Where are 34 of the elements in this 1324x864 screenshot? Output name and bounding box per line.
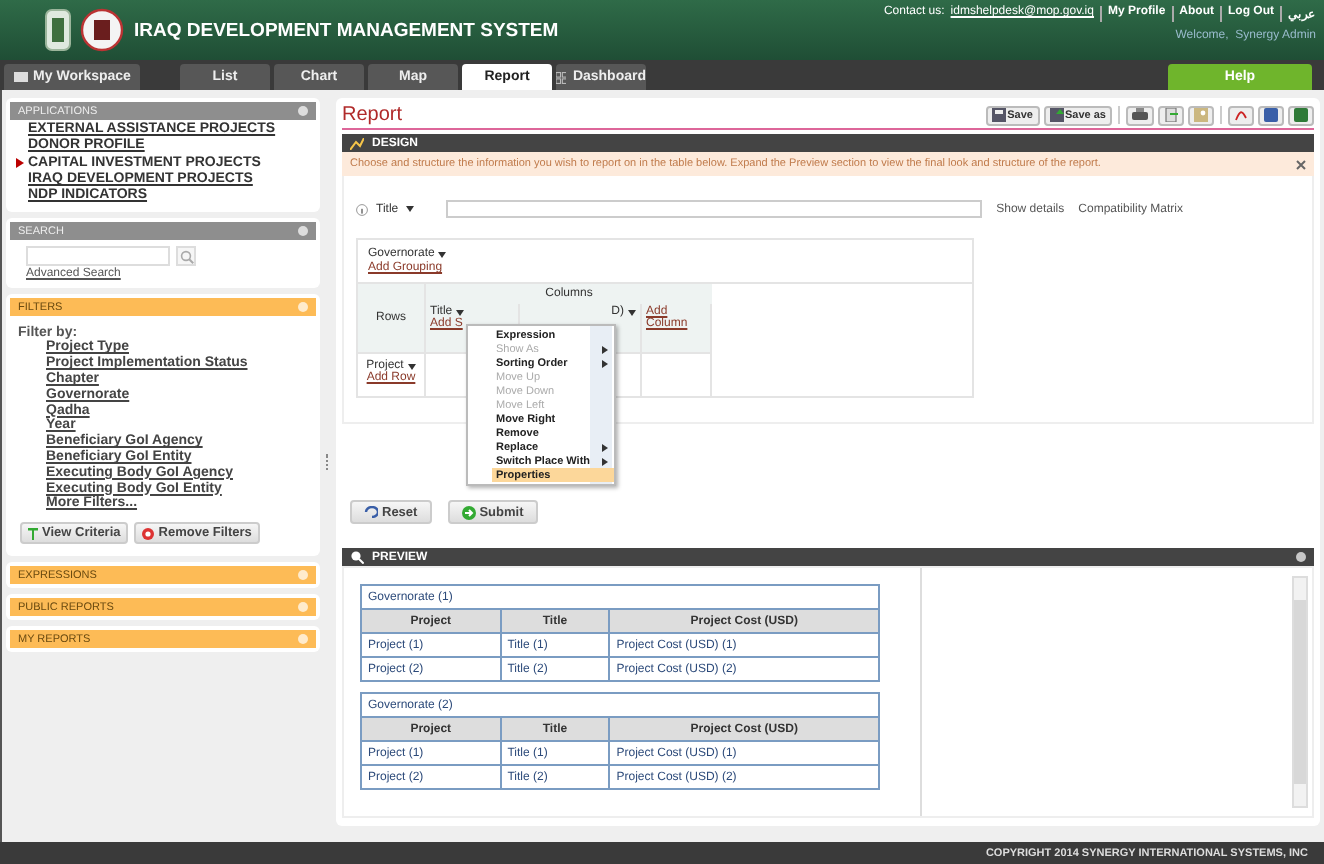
pdf-icon	[1234, 108, 1248, 122]
excel-button[interactable]	[1288, 105, 1314, 125]
chart-icon	[350, 137, 364, 149]
document-icon	[1164, 108, 1178, 122]
printer-icon	[1132, 108, 1148, 122]
caret-icon[interactable]	[628, 309, 636, 315]
list-icon	[13, 72, 28, 82]
scrollbar[interactable]	[1292, 576, 1308, 808]
app-title: IRAQ DEVELOPMENT MANAGEMENT SYSTEM	[134, 19, 559, 41]
undo-icon	[364, 506, 378, 518]
emblem-icon	[80, 8, 124, 52]
remove-icon	[142, 527, 155, 540]
spreadsheet-icon	[1294, 108, 1308, 122]
report-title: Report	[342, 104, 403, 126]
funnel-icon	[28, 527, 38, 540]
caret-icon[interactable]	[438, 251, 447, 257]
title-field[interactable]	[446, 200, 983, 218]
print-button[interactable]	[1126, 105, 1154, 125]
logo-icon	[44, 8, 72, 52]
arrow-icon	[461, 505, 476, 519]
word-button[interactable]	[1258, 105, 1284, 125]
search-field[interactable]	[26, 246, 170, 267]
grid-icon	[556, 71, 567, 83]
document-icon	[1264, 108, 1278, 122]
caret-icon[interactable]	[456, 309, 465, 315]
search-icon	[179, 249, 193, 264]
caret-icon[interactable]	[406, 206, 415, 212]
image-icon	[1194, 108, 1208, 122]
collapse-handle[interactable]	[326, 454, 330, 470]
pdf-button[interactable]	[1228, 105, 1254, 125]
magnifier-icon	[350, 550, 364, 564]
caret-icon[interactable]	[407, 363, 416, 369]
close-icon[interactable]	[1296, 159, 1306, 169]
info-icon	[356, 203, 368, 215]
